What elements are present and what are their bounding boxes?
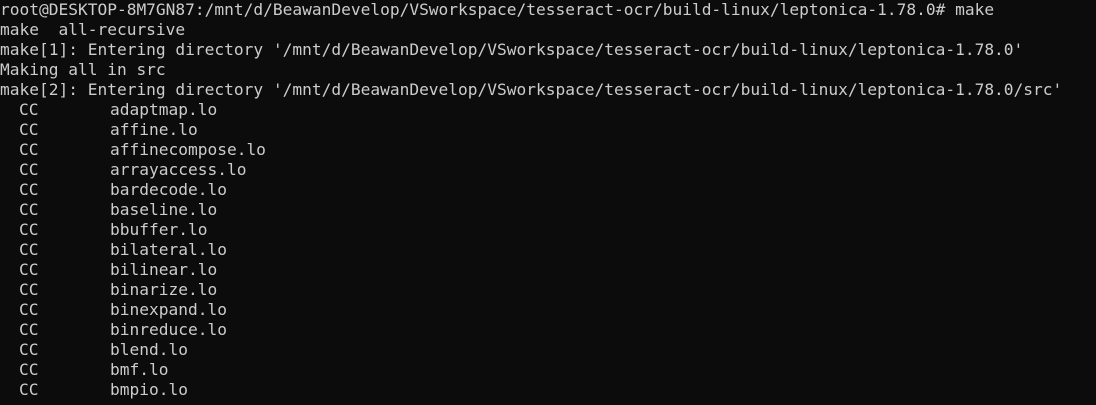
compile-line: CC affinecompose.lo — [0, 140, 1096, 160]
compile-line: CC adaptmap.lo — [0, 100, 1096, 120]
compile-line: CC bilateral.lo — [0, 240, 1096, 260]
compiled-file-name: affinecompose.lo — [110, 140, 266, 159]
compiled-file-name: bilinear.lo — [110, 260, 218, 279]
compile-tag: CC — [19, 120, 39, 139]
compile-line: CC blend.lo — [0, 340, 1096, 360]
terminal-line-making-all: Making all in src — [0, 60, 166, 79]
terminal-line-prompt: root@DESKTOP-8M7GN87:/mnt/d/BeawanDevelo… — [0, 0, 995, 19]
compile-tag: CC — [19, 340, 39, 359]
compile-tag: CC — [19, 320, 39, 339]
compiled-file-name: baseline.lo — [110, 200, 218, 219]
compile-line: CC bmf.lo — [0, 360, 1096, 380]
compile-line: CC bbuffer.lo — [0, 220, 1096, 240]
compile-line: CC bmpio.lo — [0, 380, 1096, 400]
compiled-file-name: bmf.lo — [110, 360, 169, 379]
compiled-file-name: affine.lo — [110, 120, 198, 139]
compile-tag: CC — [19, 260, 39, 279]
terminal-line-enter-dir-2: make[2]: Entering directory '/mnt/d/Beaw… — [0, 80, 1063, 99]
compile-line: CC affine.lo — [0, 120, 1096, 140]
compile-tag: CC — [19, 160, 39, 179]
compile-tag: CC — [19, 240, 39, 259]
compiled-file-name: binarize.lo — [110, 280, 218, 299]
terminal-line-enter-dir-1: make[1]: Entering directory '/mnt/d/Beaw… — [0, 40, 1024, 59]
compile-tag: CC — [19, 140, 39, 159]
compile-tag: CC — [19, 200, 39, 219]
terminal-window[interactable]: root@DESKTOP-8M7GN87:/mnt/d/BeawanDevelo… — [0, 0, 1096, 405]
compiled-file-name: binexpand.lo — [110, 300, 227, 319]
compile-line: CC baseline.lo — [0, 200, 1096, 220]
compile-tag: CC — [19, 100, 39, 119]
compile-line: CC binarize.lo — [0, 280, 1096, 300]
compiled-file-name: bbuffer.lo — [110, 220, 208, 239]
compile-tag: CC — [19, 180, 39, 199]
compile-line: CC binreduce.lo — [0, 320, 1096, 340]
compiled-file-name: bardecode.lo — [110, 180, 227, 199]
compile-tag: CC — [19, 300, 39, 319]
compile-tag: CC — [19, 360, 39, 379]
compiled-file-name: adaptmap.lo — [110, 100, 218, 119]
compile-tag: CC — [19, 280, 39, 299]
terminal-line-make: make all-recursive — [0, 20, 186, 39]
compiled-file-name: binreduce.lo — [110, 320, 227, 339]
compile-line: CC binexpand.lo — [0, 300, 1096, 320]
compiled-file-name: bmpio.lo — [110, 380, 188, 399]
compile-tag: CC — [19, 380, 39, 399]
compile-line: CC arrayaccess.lo — [0, 160, 1096, 180]
compile-line: CC bilinear.lo — [0, 260, 1096, 280]
compiled-file-name: arrayaccess.lo — [110, 160, 247, 179]
compiled-file-name: blend.lo — [110, 340, 188, 359]
compile-tag: CC — [19, 220, 39, 239]
compile-line: CC bardecode.lo — [0, 180, 1096, 200]
compiled-file-name: bilateral.lo — [110, 240, 227, 259]
